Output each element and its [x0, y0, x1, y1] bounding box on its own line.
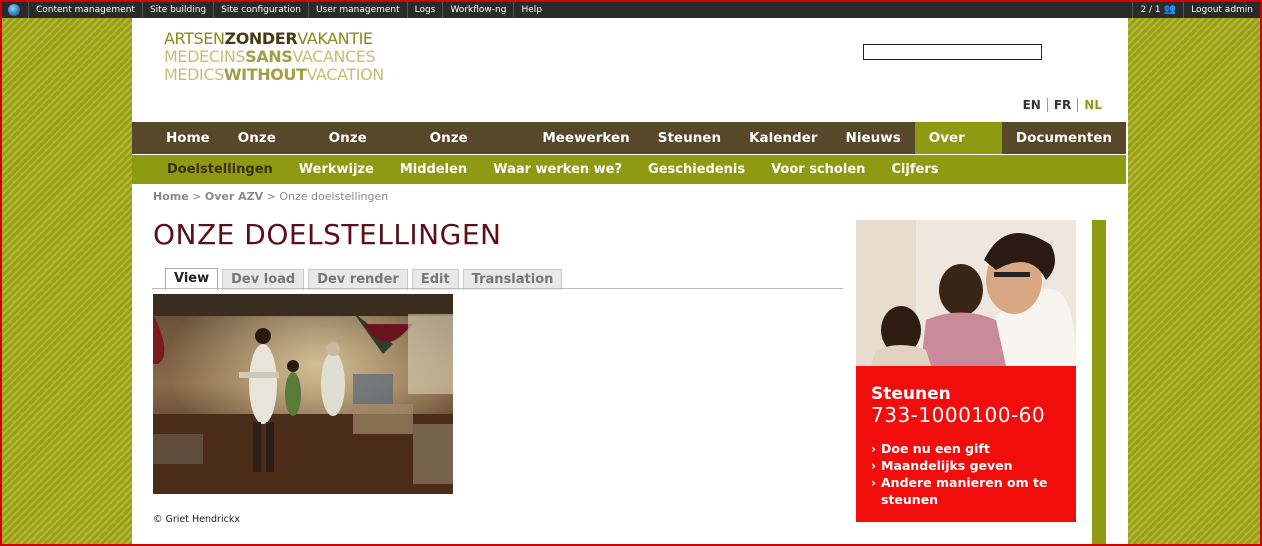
tabs-divider	[152, 288, 843, 289]
tab-dev-render[interactable]: Dev render	[308, 269, 408, 290]
subnav-cijfers[interactable]: Cijfers	[878, 162, 951, 177]
users-online-counter: 2 / 1 👥	[1132, 2, 1183, 18]
admin-menu-user-management[interactable]: User management	[308, 2, 407, 18]
subnav-voor-scholen[interactable]: Voor scholen	[758, 162, 878, 177]
donate-photo	[856, 220, 1076, 366]
breadcrumb: Home > Over AZV > Onze doelstellingen	[153, 190, 389, 203]
sidebar-accent-bar	[1092, 220, 1106, 546]
admin-menu-logs[interactable]: Logs	[406, 2, 443, 18]
donate-box: Steunen 733-1000100-60 Doe nu een gift M…	[856, 366, 1076, 522]
admin-menu-help[interactable]: Help	[513, 2, 549, 18]
nav-home[interactable]: Home	[152, 122, 224, 154]
language-switcher: EN FR NL	[1017, 98, 1108, 112]
local-tasks-tabs: View Dev load Dev render Edit Translatio…	[165, 268, 566, 290]
nav-steunen[interactable]: Steunen	[644, 122, 735, 154]
nav-meewerken[interactable]: Meewerken	[528, 122, 643, 154]
subnav-waar-werken-we[interactable]: Waar werken we?	[480, 162, 635, 177]
main-navigation: Home Onze blog Onze acties Onze mensen M…	[132, 122, 1126, 178]
breadcrumb-over-azv[interactable]: Over AZV	[205, 190, 263, 203]
subnav-geschiedenis[interactable]: Geschiedenis	[635, 162, 758, 177]
tab-dev-load[interactable]: Dev load	[222, 269, 305, 290]
admin-menu-workflow-ng[interactable]: Workflow-ng	[442, 2, 513, 18]
sub-navigation: Doelstellingen Werkwijze Middelen Waar w…	[132, 155, 1126, 184]
subnav-doelstellingen[interactable]: Doelstellingen	[154, 162, 286, 177]
subnav-middelen[interactable]: Middelen	[387, 162, 480, 177]
nav-nieuws[interactable]: Nieuws	[832, 122, 915, 154]
site-logo[interactable]: ARTSENZONDERVAKANTIE MEDECINSSANSVACANCE…	[164, 30, 384, 84]
language-en[interactable]: EN	[1017, 98, 1047, 112]
tab-edit[interactable]: Edit	[411, 269, 459, 290]
breadcrumb-home[interactable]: Home	[153, 190, 189, 203]
tab-view[interactable]: View	[165, 268, 219, 290]
nav-onze-blog[interactable]: Onze blog	[224, 122, 315, 178]
admin-menu-content-management[interactable]: Content management	[28, 2, 142, 18]
language-fr[interactable]: FR	[1046, 98, 1077, 112]
donate-account-number: 733-1000100-60	[871, 403, 1046, 427]
logout-link[interactable]: Logout admin	[1183, 2, 1260, 18]
page-container: ARTSENZONDERVAKANTIE MEDECINSSANSVACANCE…	[132, 18, 1128, 546]
users-icon: 👥	[1163, 4, 1177, 15]
nav-documenten[interactable]: Documenten	[1002, 122, 1126, 154]
admin-menu-site-building[interactable]: Site building	[141, 2, 213, 18]
drupal-logo-icon[interactable]	[6, 2, 22, 18]
breadcrumb-current: Onze doelstellingen	[279, 190, 389, 203]
photo-credit: © Griet Hendrickx	[153, 514, 240, 525]
donate-link-other-ways[interactable]: Andere manieren om te steunen	[871, 474, 1061, 508]
tab-translation[interactable]: Translation	[462, 269, 563, 290]
admin-toolbar: Content management Site building Site co…	[2, 2, 1260, 18]
nav-onze-mensen[interactable]: Onze mensen	[416, 122, 529, 178]
search-input[interactable]	[863, 44, 1042, 60]
donate-link-gift[interactable]: Doe nu een gift	[871, 440, 1061, 457]
donate-title: Steunen	[871, 384, 951, 404]
nav-onze-acties[interactable]: Onze acties	[315, 122, 416, 178]
nav-kalender[interactable]: Kalender	[735, 122, 831, 154]
subnav-werkwijze[interactable]: Werkwijze	[286, 162, 387, 177]
nav-over-azv[interactable]: Over AZV	[914, 122, 1002, 178]
donate-link-monthly[interactable]: Maandelijks geven	[871, 457, 1061, 474]
page-title: ONZE DOELSTELLINGEN	[153, 218, 502, 251]
hospital-ward-photo	[153, 294, 453, 494]
language-nl[interactable]: NL	[1077, 98, 1108, 112]
admin-menu-site-configuration[interactable]: Site configuration	[213, 2, 308, 18]
